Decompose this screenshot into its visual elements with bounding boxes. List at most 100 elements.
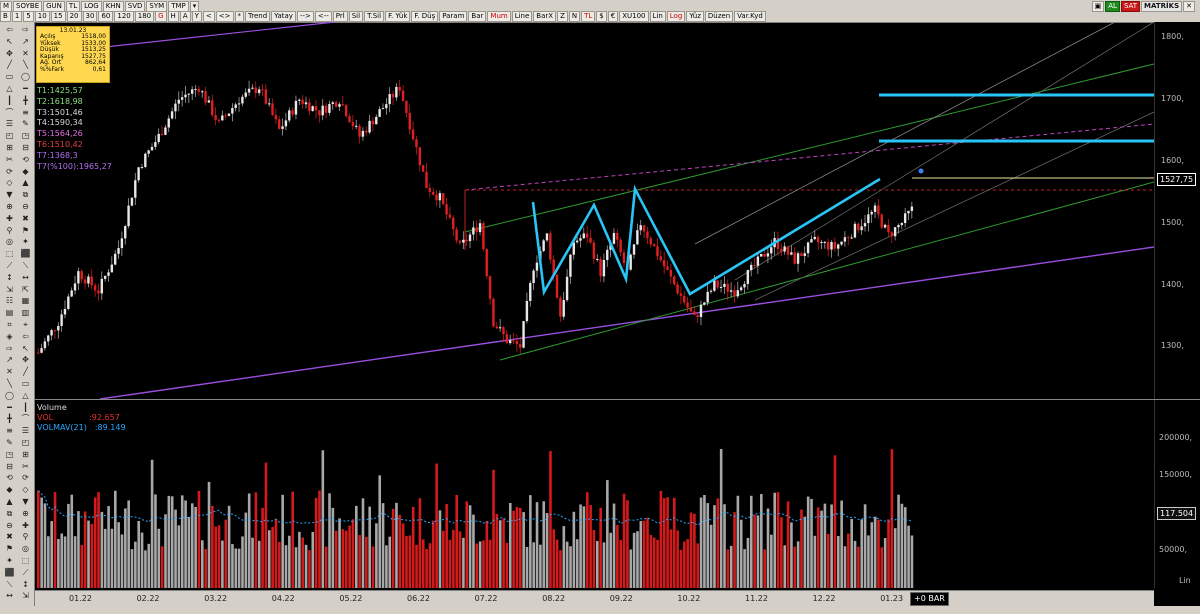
window-icon[interactable]: ▣ [1091, 0, 1105, 12]
drawing-tool-icon[interactable]: ≡ [3, 425, 16, 436]
tool-button-20[interactable]: <-- [314, 10, 332, 22]
drawing-tool-icon[interactable]: ⇱ [19, 284, 32, 295]
bar-offset-label[interactable]: +0 BAR [910, 592, 949, 606]
drawing-tool-icon[interactable]: ⇨ [19, 24, 32, 35]
drawing-tool-icon[interactable]: ━ [19, 83, 32, 94]
drawing-tool-icon[interactable]: ✦ [3, 555, 16, 566]
drawing-tool-icon[interactable]: ⌗ [3, 319, 16, 330]
tool-button-26[interactable]: Param [439, 10, 468, 22]
drawing-tool-icon[interactable]: ⊟ [19, 142, 32, 153]
tool-button-32[interactable]: N [568, 10, 581, 22]
drawing-tool-icon[interactable]: ☷ [3, 295, 16, 306]
tool-button-11[interactable]: H [167, 10, 179, 22]
al-button[interactable]: AL [1105, 0, 1120, 12]
tool-button-22[interactable]: Sil [348, 10, 364, 22]
drawing-tool-icon[interactable]: ⊕ [3, 201, 16, 212]
drawing-tool-icon[interactable]: ✂ [3, 154, 16, 165]
drawing-tool-icon[interactable]: ▼ [19, 496, 32, 507]
drawing-tool-icon[interactable]: ▭ [19, 378, 32, 389]
drawing-tool-icon[interactable]: △ [19, 390, 32, 401]
drawing-tool-icon[interactable]: ⟲ [3, 472, 16, 483]
drawing-tool-icon[interactable]: ⚲ [19, 531, 32, 542]
tool-button-8[interactable]: 120 [114, 10, 134, 22]
drawing-tool-icon[interactable]: ╱ [3, 59, 16, 70]
sat-button[interactable]: SAT [1120, 0, 1141, 12]
drawing-tool-icon[interactable]: ┃ [19, 402, 32, 413]
tool-button-38[interactable]: Log [666, 10, 686, 22]
drawing-tool-icon[interactable]: ⇲ [19, 590, 32, 601]
drawing-tool-icon[interactable]: ▦ [19, 295, 32, 306]
tool-button-41[interactable]: Var.Kyd [734, 10, 766, 22]
tool-button-24[interactable]: F. Yük [385, 10, 411, 22]
drawing-tool-icon[interactable]: ↖ [19, 343, 32, 354]
drawing-tool-icon[interactable]: ✖ [3, 531, 16, 542]
tool-button-37[interactable]: Lin [649, 10, 666, 22]
tool-button-13[interactable]: Y [191, 10, 202, 22]
tool-button-2[interactable]: 5 [23, 10, 34, 22]
drawing-tool-icon[interactable]: ⊖ [3, 520, 16, 531]
drawing-tool-icon[interactable]: ⟍ [19, 260, 32, 271]
drawing-tool-icon[interactable]: ↕ [3, 272, 16, 283]
drawing-tool-icon[interactable]: ≡ [19, 107, 32, 118]
drawing-tool-icon[interactable]: ✕ [3, 366, 16, 377]
drawing-tool-icon[interactable]: ▥ [19, 307, 32, 318]
drawing-tool-icon[interactable]: ◰ [3, 130, 16, 141]
drawing-tool-icon[interactable]: ┃ [3, 95, 16, 106]
drawing-tool-icon[interactable]: ⟳ [19, 472, 32, 483]
drawing-tool-icon[interactable]: ⇦ [3, 24, 16, 35]
drawing-tool-icon[interactable]: ⚑ [19, 225, 32, 236]
tool-button-3[interactable]: 10 [34, 10, 50, 22]
drawing-tool-icon[interactable]: ◇ [19, 484, 32, 495]
drawing-tool-icon[interactable]: ⧉ [3, 508, 16, 519]
time-axis[interactable]: +0 BAR 01.22 02.22 03.22 04.22 05.22 06.22 07.… [35, 590, 1154, 607]
drawing-tool-icon[interactable]: ✦ [19, 236, 32, 247]
drawing-tool-icon[interactable]: ⌖ [19, 319, 32, 330]
drawing-tool-icon[interactable]: ✂ [19, 461, 32, 472]
tool-button-15[interactable]: <> [215, 10, 234, 22]
drawing-tool-icon[interactable]: ▭ [3, 71, 16, 82]
drawing-tool-icon[interactable]: ◆ [19, 166, 32, 177]
tool-button-0[interactable]: B [0, 10, 11, 22]
tool-button-6[interactable]: 30 [82, 10, 98, 22]
drawing-tool-icon[interactable]: ⟲ [19, 154, 32, 165]
tool-button-39[interactable]: Yüz [686, 10, 704, 22]
drawing-tool-icon[interactable]: ▤ [3, 307, 16, 318]
drawing-tool-icon[interactable]: ✖ [19, 213, 32, 224]
tool-button-25[interactable]: F. Düş [411, 10, 439, 22]
drawing-tool-icon[interactable]: ✕ [19, 48, 32, 59]
volume-axis[interactable]: 200000,150000,100000,50000, 117.504 Lin [1154, 400, 1200, 588]
drawing-tool-icon[interactable]: ↗ [19, 36, 32, 47]
tool-button-9[interactable]: 180 [134, 10, 155, 22]
tool-button-19[interactable]: --> [296, 10, 314, 22]
tool-button-21[interactable]: Prl [332, 10, 348, 22]
drawing-tool-icon[interactable]: ━ [3, 402, 16, 413]
drawing-tool-icon[interactable]: ✚ [19, 520, 32, 531]
scale-mode-label[interactable]: Lin [1179, 576, 1191, 585]
tool-button-31[interactable]: Z [557, 10, 568, 22]
drawing-tool-icon[interactable]: ◎ [3, 236, 16, 247]
drawing-tool-icon[interactable]: ⬚ [3, 248, 16, 259]
drawing-tool-icon[interactable]: ◰ [19, 437, 32, 448]
tool-button-28[interactable]: Mum [487, 10, 511, 22]
drawing-tool-icon[interactable]: ╲ [19, 59, 32, 70]
drawing-tool-icon[interactable]: ✎ [3, 437, 16, 448]
drawing-tool-icon[interactable]: ╋ [3, 413, 16, 424]
drawing-tool-icon[interactable]: ◆ [3, 484, 16, 495]
drawing-tool-icon[interactable]: ▲ [3, 496, 16, 507]
drawing-tool-icon[interactable]: ⬚ [19, 555, 32, 566]
drawing-tool-icon[interactable]: ✚ [3, 213, 16, 224]
drawing-tool-icon[interactable]: ⬛ [3, 567, 16, 578]
drawing-tool-icon[interactable]: ⌒ [3, 107, 16, 118]
close-icon[interactable]: ✕ [1183, 0, 1195, 12]
tool-button-14[interactable]: < [202, 10, 215, 22]
drawing-tool-icon[interactable]: ╱ [19, 366, 32, 377]
drawing-tool-icon[interactable]: ◎ [19, 543, 32, 554]
drawing-tool-icon[interactable]: ⚑ [3, 543, 16, 554]
drawing-tool-icon[interactable]: ╲ [3, 378, 16, 389]
tool-button-35[interactable]: € [607, 10, 619, 22]
drawing-tool-icon[interactable]: ⇦ [19, 331, 32, 342]
drawing-tool-icon[interactable]: ⟋ [19, 567, 32, 578]
tool-button-34[interactable]: $ [596, 10, 607, 22]
tool-button-5[interactable]: 20 [66, 10, 82, 22]
drawing-tool-icon[interactable]: ⊟ [3, 461, 16, 472]
